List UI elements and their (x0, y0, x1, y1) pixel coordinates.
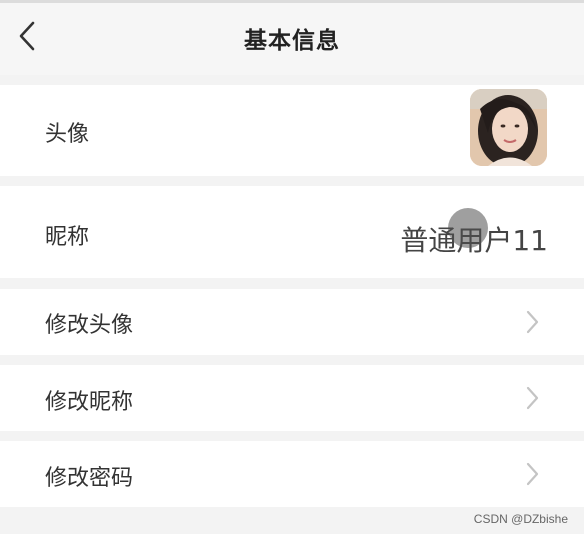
avatar (470, 89, 547, 166)
menu-item-change-nickname[interactable]: 修改昵称 (0, 365, 584, 431)
menu-item-change-password[interactable]: 修改密码 (0, 441, 584, 507)
navigation-bar: 基本信息 (0, 3, 584, 75)
watermark: CSDN @DZbishe (473, 512, 568, 526)
nickname-label: 昵称 (45, 225, 90, 250)
menu-item-label: 修改密码 (45, 466, 134, 491)
menu-item-label: 修改昵称 (45, 390, 134, 415)
menu-item-change-avatar[interactable]: 修改头像 (0, 289, 584, 355)
nickname-row: 昵称 普通用户11 (0, 186, 584, 278)
chevron-right-icon (526, 462, 539, 486)
touch-ripple (448, 208, 488, 248)
menu-item-label: 修改头像 (45, 313, 134, 338)
avatar-row: 头像 (0, 85, 584, 176)
chevron-right-icon (526, 386, 539, 410)
chevron-right-icon (526, 310, 539, 334)
avatar-label: 头像 (45, 122, 90, 147)
page-title: 基本信息 (244, 28, 340, 54)
